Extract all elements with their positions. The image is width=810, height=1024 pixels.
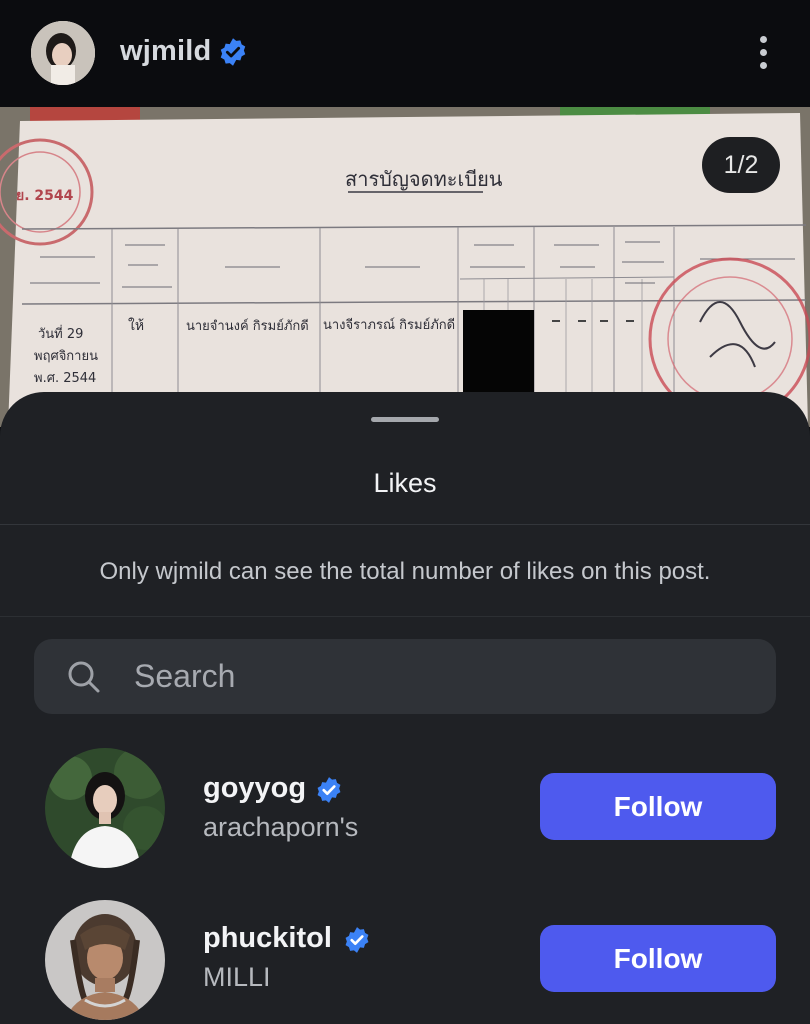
document-stamp-year: ย. 2544	[16, 188, 74, 204]
sheet-drag-handle[interactable]	[371, 417, 439, 422]
document-date: วันที่ 29	[38, 327, 84, 342]
list-item[interactable]: goyyog arachaporn's Follow	[0, 742, 810, 882]
follow-button[interactable]: Follow	[540, 773, 776, 840]
user-display-name: MILLI	[203, 962, 271, 992]
likes-privacy-notice: Only wjmild can see the total number of …	[99, 558, 711, 585]
document-receiver: นางจีราภรณ์ กิรมย์ภักดี	[323, 318, 456, 333]
document-title: สารบัญจดทะเบียน	[345, 167, 503, 191]
document-year: พ.ศ. 2544	[34, 371, 97, 386]
sheet-title: Likes	[373, 468, 437, 498]
post-username[interactable]: wjmild	[120, 35, 211, 68]
follow-button[interactable]: Follow	[540, 925, 776, 992]
document-giver: นายจำนงค์ กิรมย์ภักดี	[186, 319, 309, 334]
search-icon	[68, 661, 100, 693]
avatar[interactable]	[45, 900, 165, 1020]
document-photo	[0, 107, 810, 427]
verified-badge-icon	[345, 927, 369, 953]
search-bar[interactable]	[34, 639, 776, 714]
document-type: ให้	[128, 318, 145, 334]
avatar[interactable]	[45, 748, 165, 868]
verified-badge-icon	[317, 777, 341, 803]
list-item[interactable]: phuckitol MILLI Follow	[0, 892, 810, 1024]
user-handle[interactable]: phuckitol	[203, 922, 332, 955]
user-handle[interactable]: goyyog	[203, 772, 306, 805]
more-vertical-icon[interactable]	[748, 32, 778, 74]
post-image[interactable]: สารบัญจดทะเบียน ย. 2544 ให้ นายจำนงค์ กิ…	[0, 107, 810, 427]
carousel-page-indicator: 1/2	[702, 137, 780, 193]
post-header: wjmild	[0, 0, 810, 107]
profile-avatar[interactable]	[31, 21, 95, 85]
divider	[0, 524, 810, 525]
divider	[0, 616, 810, 617]
verified-badge-icon	[220, 38, 246, 66]
likes-sheet: Likes Only wjmild can see the total numb…	[0, 392, 810, 1024]
screen: wjmild สารบัญจดทะเบียน ย. 2544 ให้ นายจำ…	[0, 0, 810, 1024]
user-display-name: arachaporn's	[203, 812, 359, 842]
search-input[interactable]	[134, 639, 754, 714]
document-month: พฤศจิกายน	[34, 349, 98, 364]
